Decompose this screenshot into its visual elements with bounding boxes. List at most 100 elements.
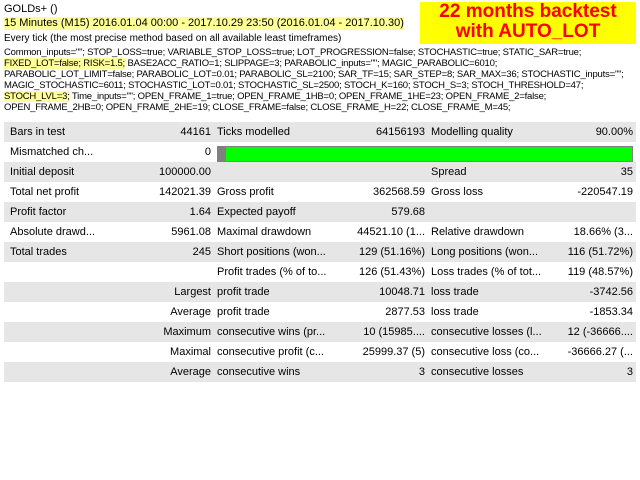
inputs-line-2-rest: BASE2ACC_RATIO=1; SLIPPAGE=3; PARABOLIC_… xyxy=(125,58,498,69)
short-positions-value: 129 (51.16%) xyxy=(326,242,428,262)
average-label: Average xyxy=(114,302,214,322)
absolute-drawdown-value: 5961.08 xyxy=(114,222,214,242)
average-loss-value: -1853.34 xyxy=(542,302,636,322)
table-row: Bars in test 44161 Ticks modelled 641561… xyxy=(4,122,636,142)
inputs-highlight-lot: FIXED_LOT=false; RISK=1.5; xyxy=(4,58,125,69)
long-positions-value: 116 (51.72%) xyxy=(542,242,636,262)
empty-cell xyxy=(542,202,636,222)
max-consecutive-losses-label: consecutive losses (l... xyxy=(428,322,542,342)
profit-factor-value: 1.64 xyxy=(114,202,214,222)
quality-bar-fill xyxy=(218,146,632,161)
expected-payoff-value: 579.68 xyxy=(326,202,428,222)
profit-trades-label: Profit trades (% of to... xyxy=(214,262,326,282)
total-trades-label: Total trades xyxy=(4,242,114,262)
relative-drawdown-label: Relative drawdown xyxy=(428,222,542,242)
table-row: Profit trades (% of to... 126 (51.43%) L… xyxy=(4,262,636,282)
table-row: Total net profit 142021.39 Gross profit … xyxy=(4,182,636,202)
spread-value: 35 xyxy=(542,162,636,182)
empty-cell xyxy=(428,202,542,222)
banner-line-1: 22 months backtest xyxy=(439,1,617,22)
empty-cell xyxy=(4,302,114,322)
ticks-value: 64156193 xyxy=(326,122,428,142)
maximal-drawdown-label: Maximal drawdown xyxy=(214,222,326,242)
total-trades-value: 245 xyxy=(114,242,214,262)
bars-value: 44161 xyxy=(114,122,214,142)
table-row: Absolute drawd... 5961.08 Maximal drawdo… xyxy=(4,222,636,242)
net-profit-value: 142021.39 xyxy=(114,182,214,202)
table-row: Initial deposit 100000.00 Spread 35 xyxy=(4,162,636,182)
avg-consecutive-wins-value: 3 xyxy=(326,362,428,382)
empty-cell xyxy=(4,362,114,382)
banner-line-2: with AUTO_LOT xyxy=(455,21,601,42)
avg-consecutive-wins-label: consecutive wins xyxy=(214,362,326,382)
average-consecutive-label: Average xyxy=(114,362,214,382)
table-row: Largest profit trade 10048.71 loss trade… xyxy=(4,282,636,302)
inputs-line-5-rest: Time_inputs=""; OPEN_FRAME_1=true; OPEN_… xyxy=(69,91,547,102)
maximal-drawdown-value: 44521.10 (1... xyxy=(326,222,428,242)
long-positions-label: Long positions (won... xyxy=(428,242,542,262)
largest-loss-value: -3742.56 xyxy=(542,282,636,302)
net-profit-label: Total net profit xyxy=(4,182,114,202)
quality-value: 90.00% xyxy=(542,122,636,142)
model-description: Every tick (the most precise method base… xyxy=(4,33,342,44)
inputs-line-4: MAGIC_STOCHASTIC=6011; STOCHASTIC_LOT=0.… xyxy=(4,80,584,91)
test-period: 15 Minutes (M15) 2016.01.04 00:00 - 2017… xyxy=(4,17,404,30)
gross-loss-label: Gross loss xyxy=(428,182,542,202)
loss-trades-value: 119 (48.57%) xyxy=(542,262,636,282)
largest-label: Largest xyxy=(114,282,214,302)
maximum-label: Maximum xyxy=(114,322,214,342)
input-parameters: Common_inputs=""; STOP_LOSS=true; VARIAB… xyxy=(4,47,636,113)
empty-cell xyxy=(4,342,114,362)
expected-payoff-label: Expected payoff xyxy=(214,202,326,222)
avg-consecutive-losses-value: 3 xyxy=(542,362,636,382)
table-row: Average profit trade 2877.53 loss trade … xyxy=(4,302,636,322)
largest-loss-label: loss trade xyxy=(428,282,542,302)
empty-cell xyxy=(326,162,428,182)
inputs-line-1: Common_inputs=""; STOP_LOSS=true; VARIAB… xyxy=(4,47,582,58)
inputs-line-3: PARABOLIC_LOT_LIMIT=false; PARABOLIC_LOT… xyxy=(4,69,624,80)
inputs-line-2: FIXED_LOT=false; RISK=1.5; BASE2ACC_RATI… xyxy=(4,58,636,69)
avg-consecutive-losses-label: consecutive losses xyxy=(428,362,542,382)
table-row: Maximum consecutive wins (pr... 10 (1598… xyxy=(4,322,636,342)
initial-deposit-label: Initial deposit xyxy=(4,162,114,182)
empty-cell xyxy=(114,262,214,282)
max-consecutive-wins-value: 10 (15985.... xyxy=(326,322,428,342)
table-row: Total trades 245 Short positions (won...… xyxy=(4,242,636,262)
expert-name: GOLDs+ () xyxy=(4,3,58,15)
max-consecutive-losses-value: 12 (-36666.... xyxy=(542,322,636,342)
inputs-line-6: OPEN_FRAME_2HB=0; OPEN_FRAME_2HE=19; CLO… xyxy=(4,102,511,113)
bars-label: Bars in test xyxy=(4,122,114,142)
spread-label: Spread xyxy=(428,162,542,182)
promo-banner: 22 months backtest with AUTO_LOT xyxy=(420,2,636,44)
quality-label: Modelling quality xyxy=(428,122,542,142)
inputs-highlight-stoch: STOCH_LVL=3; xyxy=(4,91,70,102)
empty-cell xyxy=(4,282,114,302)
table-row: Maximal consecutive profit (c... 25999.3… xyxy=(4,342,636,362)
relative-drawdown-value: 18.66% (3... xyxy=(542,222,636,242)
maximal-consecutive-loss-value: -36666.27 (... xyxy=(542,342,636,362)
report-table: Bars in test 44161 Ticks modelled 641561… xyxy=(4,122,636,382)
maximal-label: Maximal xyxy=(114,342,214,362)
absolute-drawdown-label: Absolute drawd... xyxy=(4,222,114,242)
inputs-line-5: STOCH_LVL=3; Time_inputs=""; OPEN_FRAME_… xyxy=(4,91,636,102)
largest-profit-label: profit trade xyxy=(214,282,326,302)
loss-trades-label: Loss trades (% of tot... xyxy=(428,262,542,282)
modelling-quality-bar xyxy=(217,145,633,162)
empty-cell xyxy=(4,262,114,282)
gross-profit-value: 362568.59 xyxy=(326,182,428,202)
empty-cell xyxy=(214,162,326,182)
profit-factor-label: Profit factor xyxy=(4,202,114,222)
empty-cell xyxy=(4,322,114,342)
average-loss-label: loss trade xyxy=(428,302,542,322)
quality-bar-cell xyxy=(214,142,636,162)
table-row: Mismatched ch... 0 xyxy=(4,142,636,162)
ticks-label: Ticks modelled xyxy=(214,122,326,142)
gross-loss-value: -220547.19 xyxy=(542,182,636,202)
maximal-consecutive-profit-label: consecutive profit (c... xyxy=(214,342,326,362)
profit-trades-value: 126 (51.43%) xyxy=(326,262,428,282)
largest-profit-value: 10048.71 xyxy=(326,282,428,302)
mismatched-value: 0 xyxy=(114,142,214,162)
short-positions-label: Short positions (won... xyxy=(214,242,326,262)
gross-profit-label: Gross profit xyxy=(214,182,326,202)
table-row: Profit factor 1.64 Expected payoff 579.6… xyxy=(4,202,636,222)
